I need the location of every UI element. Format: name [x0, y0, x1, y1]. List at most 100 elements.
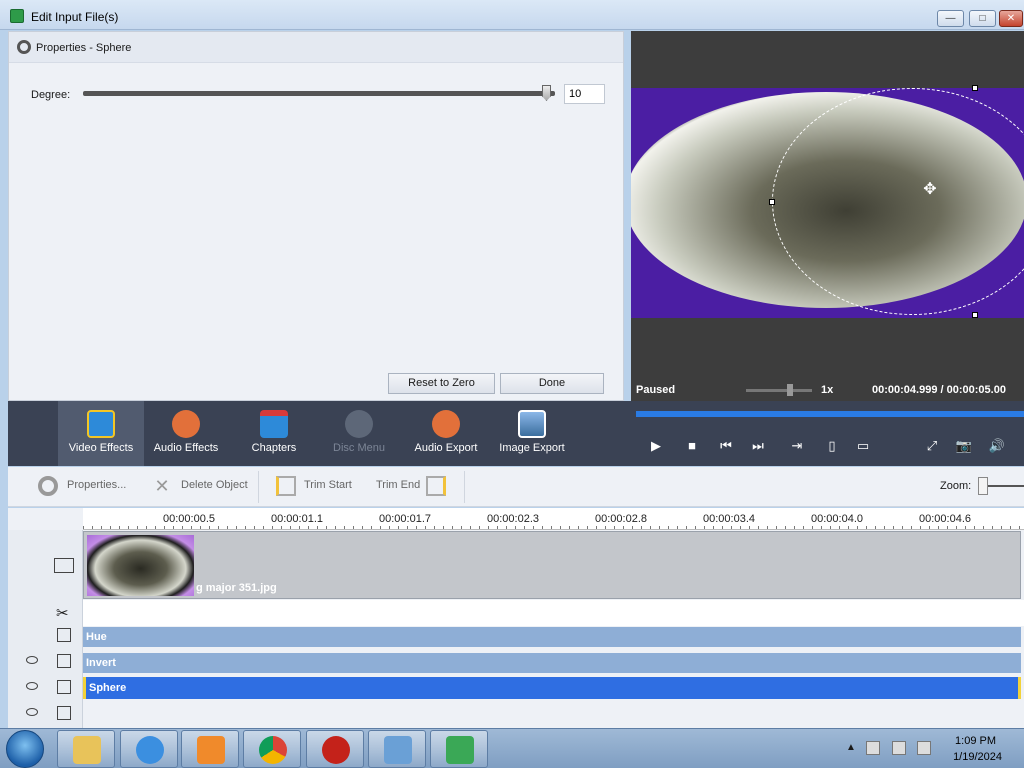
resize-handle-top[interactable] — [972, 85, 978, 91]
track-headers: ✂ — [8, 530, 83, 728]
speaker-icon — [172, 410, 200, 438]
minimize-button[interactable]: — — [937, 10, 964, 27]
maximize-icon: □ — [979, 13, 986, 24]
taskbar-chrome[interactable] — [243, 730, 301, 768]
reset-to-zero-button[interactable]: Reset to Zero — [388, 373, 495, 394]
toolbar-separator — [258, 471, 259, 503]
effect-star-icon[interactable] — [57, 680, 71, 694]
trim-end-button[interactable]: Trim End — [376, 479, 420, 491]
degree-input[interactable] — [564, 84, 605, 104]
taskbar-media-player[interactable] — [181, 730, 239, 768]
stop-icon[interactable]: ■ — [683, 437, 701, 455]
close-button[interactable]: ✕ — [999, 10, 1023, 27]
trim-start-button[interactable]: Trim Start — [304, 479, 352, 491]
control-panel-icon — [384, 736, 412, 764]
taskbar: ▲ 1:09 PM 1/19/2024 — [0, 728, 1024, 768]
disc-icon — [345, 410, 373, 438]
main-toolbar: Video Effects Audio Effects Chapters Dis… — [8, 401, 1024, 466]
video-track[interactable]: g major 351.jpg — [83, 531, 1021, 599]
ruler-tick: 00:00:02.8 — [595, 513, 647, 525]
volume-icon[interactable]: 🔊 — [988, 437, 1006, 455]
eye-icon[interactable] — [26, 682, 38, 690]
video-effects-label: Video Effects — [68, 442, 134, 454]
time-ruler[interactable]: 00:00:00.5 00:00:01.1 00:00:01.7 00:00:0… — [83, 508, 1024, 530]
playback-progress-bar[interactable] — [636, 411, 1024, 417]
effect-track-hue[interactable]: Hue — [83, 627, 1021, 647]
delete-x-icon: ✕ — [154, 476, 170, 496]
snapshot-icon[interactable]: 📷 — [955, 437, 973, 455]
ruler-tick: 00:00:03.4 — [703, 513, 755, 525]
video-preview[interactable]: ✥ Paused 1x 00:00:04.999 / 00:00:05.00 — [631, 31, 1024, 401]
taskbar-control-panel[interactable] — [368, 730, 426, 768]
audio-export-button[interactable]: Audio Export — [406, 401, 486, 466]
eye-icon[interactable] — [26, 708, 38, 716]
properties-panel: Properties - Sphere Degree: Reset to Zer… — [8, 31, 624, 401]
ruler-tick: 00:00:01.1 — [271, 513, 323, 525]
ruler-tick: 00:00:01.7 — [379, 513, 431, 525]
maximize-button[interactable]: □ — [969, 10, 996, 27]
action-center-icon[interactable] — [866, 741, 880, 755]
trim-end-icon — [426, 476, 446, 496]
cut-track[interactable] — [83, 600, 1024, 626]
network-icon[interactable] — [892, 741, 906, 755]
fullscreen-icon[interactable]: ⤢ — [923, 437, 941, 455]
audio-effects-button[interactable]: Audio Effects — [148, 401, 224, 466]
folder-icon — [73, 736, 101, 764]
image-export-button[interactable]: Image Export — [496, 401, 568, 466]
video-effects-button[interactable]: Video Effects — [58, 401, 144, 466]
taskbar-video-editor[interactable] — [430, 730, 488, 768]
properties-button[interactable]: Properties... — [67, 479, 126, 491]
taskbar-explorer[interactable] — [57, 730, 115, 768]
clock-time[interactable]: 1:09 PM — [955, 735, 996, 747]
toolbar-separator — [464, 471, 465, 503]
video-editor-icon — [446, 736, 474, 764]
move-icon[interactable]: ✥ — [921, 181, 939, 199]
delete-object-button[interactable]: Delete Object — [181, 479, 248, 491]
zoom-slider-thumb[interactable] — [978, 477, 988, 495]
split-icon[interactable]: ⇥ — [788, 437, 806, 455]
timeline: 00:00:00.5 00:00:01.1 00:00:01.7 00:00:0… — [8, 508, 1024, 728]
speed-slider[interactable] — [746, 389, 812, 392]
done-button[interactable]: Done — [500, 373, 604, 394]
taskbar-ie[interactable] — [120, 730, 178, 768]
effect-star-icon[interactable] — [57, 628, 71, 642]
chapters-icon — [260, 410, 288, 438]
disc-menu-button[interactable]: Disc Menu — [324, 401, 394, 466]
previous-frame-icon[interactable]: ⏮ — [717, 437, 735, 455]
chapters-button[interactable]: Chapters — [238, 401, 310, 466]
next-frame-icon[interactable]: ⏭ — [749, 437, 767, 455]
minimize-icon: — — [945, 13, 956, 24]
speed-slider-thumb[interactable] — [787, 384, 793, 396]
mark-out-icon[interactable]: ▭ — [854, 437, 872, 455]
play-icon[interactable]: ▶ — [647, 437, 665, 455]
film-icon — [54, 558, 74, 573]
resize-handle-left[interactable] — [769, 199, 775, 205]
degree-slider[interactable] — [83, 91, 555, 96]
effect-star-icon[interactable] — [57, 706, 71, 720]
image-export-icon — [518, 410, 546, 438]
effect-star-icon[interactable] — [57, 654, 71, 668]
degree-slider-thumb[interactable] — [542, 85, 551, 101]
zoom-slider[interactable] — [988, 485, 1024, 487]
taskbar-app[interactable] — [306, 730, 364, 768]
time-readout: 00:00:04.999 / 00:00:05.00 — [872, 384, 1006, 396]
star-icon — [87, 410, 115, 438]
ruler-tick: 00:00:00.5 — [163, 513, 215, 525]
tray-expand-icon[interactable]: ▲ — [846, 742, 856, 753]
volume-tray-icon[interactable] — [917, 741, 931, 755]
preview-status-bar: Paused 1x 00:00:04.999 / 00:00:05.00 — [631, 380, 1024, 401]
clock-date[interactable]: 1/19/2024 — [953, 751, 1002, 763]
eye-icon[interactable] — [26, 656, 38, 664]
mark-in-icon[interactable]: ▯ — [823, 437, 841, 455]
ruler-tick: 00:00:04.6 — [919, 513, 971, 525]
object-toolbar: Properties... ✕ Delete Object Trim Start… — [8, 467, 1024, 507]
effect-track-invert[interactable]: Invert — [83, 653, 1021, 673]
image-export-label: Image Export — [499, 442, 565, 454]
app-icon — [322, 736, 350, 764]
effect-track-sphere[interactable]: Sphere — [83, 677, 1021, 699]
resize-handle-bottom[interactable] — [972, 312, 978, 318]
start-button[interactable] — [6, 730, 44, 768]
app-icon — [10, 9, 24, 23]
disc-menu-label: Disc Menu — [333, 442, 385, 454]
audio-export-label: Audio Export — [414, 442, 478, 454]
